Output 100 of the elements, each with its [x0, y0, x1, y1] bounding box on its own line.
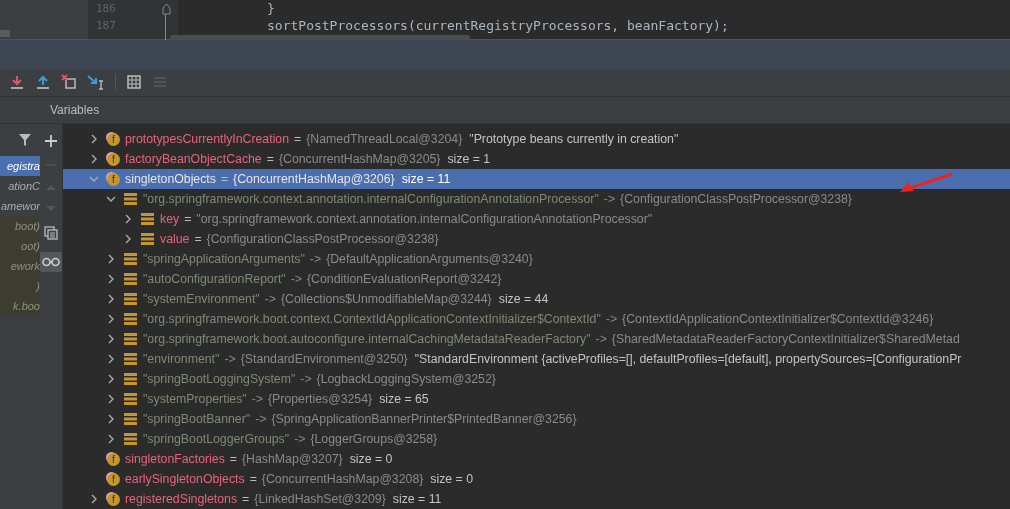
stack-frame[interactable]: ework — [0, 256, 40, 276]
stack-frame[interactable]: boot) — [0, 216, 40, 236]
variable-value: {ConcurrentHashMap@3206} — [233, 172, 395, 186]
chevron-right-icon[interactable] — [106, 274, 116, 284]
variable-name: "org.springframework.boot.autoconfigure.internalCachingMetadataReaderFactory" — [143, 332, 591, 346]
variable-value: {Collections$UnmodifiableMap@3244} — [281, 292, 492, 306]
variable-value: {LogbackLoggingSystem@3252} — [316, 372, 496, 386]
variable-name: registeredSingletons — [125, 492, 238, 506]
stack-frame[interactable]: amewor — [0, 196, 40, 216]
chevron-right-icon[interactable] — [106, 394, 116, 404]
stack-frame[interactable]: oot) — [0, 236, 40, 256]
chevron-right-icon[interactable] — [89, 134, 99, 144]
field-icon: f — [107, 152, 120, 166]
variable-name: "systemEnvironment" — [143, 292, 260, 306]
chevron-right-icon[interactable] — [123, 214, 133, 224]
chevron-right-icon[interactable] — [106, 354, 116, 364]
scrollbar[interactable] — [170, 35, 470, 40]
chevron-right-icon[interactable] — [106, 294, 116, 304]
variable-value: {StandardEnvironment@3250} — [240, 352, 408, 366]
variable-name: value — [160, 232, 190, 246]
variable-name: "springBootBanner" — [143, 412, 251, 426]
entry-icon — [124, 393, 137, 405]
field-icon: f — [107, 452, 120, 466]
stack-frame[interactable]: egistra — [0, 156, 40, 176]
separator: -> — [290, 272, 302, 286]
scrollbar[interactable] — [0, 30, 10, 38]
entry-icon — [124, 413, 137, 425]
annotation-arrow — [898, 172, 954, 194]
stack-frame[interactable]: k.boo — [0, 296, 40, 316]
separator: = — [220, 172, 229, 186]
run-to-cursor-icon[interactable] — [87, 74, 105, 91]
entry-icon — [124, 253, 137, 265]
separator: -> — [605, 312, 618, 326]
separator: -> — [294, 432, 306, 446]
field-icon: f — [107, 492, 120, 506]
entry-icon — [141, 213, 154, 225]
chevron-right-icon[interactable] — [89, 154, 99, 164]
step-out-icon[interactable] — [35, 74, 51, 91]
separator: = — [184, 212, 192, 226]
entry-icon — [124, 293, 137, 305]
chevron-right-icon[interactable] — [106, 314, 116, 324]
chevron-right-icon[interactable] — [106, 334, 116, 344]
value-detail: "Prototype beans currently in creation" — [469, 132, 679, 146]
chevron-right-icon[interactable] — [106, 374, 116, 384]
variable-name: earlySingletonObjects — [125, 472, 245, 486]
variable-value: {DefaultApplicationArguments@3240} — [326, 252, 533, 266]
variable-name: prototypesCurrentlyInCreation — [125, 132, 290, 146]
chevron-down-icon[interactable] — [106, 194, 116, 204]
variable-value: {ConcurrentHashMap@3205} — [278, 152, 441, 166]
variable-value: {LoggerGroups@3258} — [310, 432, 438, 446]
variable-value: {ConfigurationClassPostProcessor@3238} — [620, 192, 852, 206]
separator: = — [294, 132, 302, 146]
step-into-icon[interactable] — [9, 74, 25, 91]
fold-marker-icon[interactable] — [162, 2, 171, 15]
watches-toggle[interactable] — [40, 252, 62, 272]
entry-icon — [124, 313, 137, 325]
add-icon[interactable] — [44, 134, 58, 148]
separator: = — [249, 472, 257, 486]
stack-frame[interactable]: ) — [0, 276, 40, 296]
separator: -> — [603, 192, 616, 206]
variable-name: "systemProperties" — [143, 392, 247, 406]
separator: -> — [251, 392, 263, 406]
variable-value: {ConcurrentHashMap@3208} — [261, 472, 424, 486]
chevron-right-icon[interactable] — [89, 494, 99, 504]
variable-value: {SharedMetadataReaderFactoryContextInitializer$SharedMetad — [611, 332, 960, 346]
glasses-icon — [42, 257, 60, 267]
variable-value: "org.springframework.context.annotation.internalConfigurationAnnotationProcessor" — [196, 212, 653, 226]
code-line: sortPostProcessors(currentRegistryProcessors, beanFactory); — [267, 17, 729, 34]
stack-frame[interactable]: ationC — [0, 176, 40, 196]
code-line: } — [267, 0, 275, 17]
variable-value: {ContextIdApplicationContextInitializer$ContextId@3246} — [622, 312, 934, 326]
separator: = — [242, 492, 250, 506]
variable-name: factoryBeanObjectCache — [125, 152, 262, 166]
value-detail: size = 11 — [392, 492, 442, 506]
chevron-right-icon[interactable] — [106, 414, 116, 424]
variable-value: {SpringApplicationBannerPrinter$PrintedBanner@3256} — [271, 412, 577, 426]
value-detail: size = 44 — [498, 292, 549, 306]
chevron-right-icon[interactable] — [106, 254, 116, 264]
separator: -> — [300, 372, 312, 386]
field-icon: f — [107, 172, 120, 186]
separator: -> — [309, 252, 322, 266]
entry-icon — [124, 273, 137, 285]
table-icon[interactable] — [126, 74, 142, 91]
value-detail: size = 0 — [430, 472, 474, 486]
entry-icon — [124, 333, 137, 345]
value-detail: size = 0 — [349, 452, 393, 466]
drop-frame-icon[interactable] — [61, 74, 77, 91]
value-detail: size = 11 — [401, 172, 451, 186]
value-detail: size = 1 — [447, 152, 491, 166]
copy-icon[interactable] — [44, 226, 58, 240]
variable-name: "org.springframework.context.annotation.internalConfigurationAnnotationProcessor" — [143, 192, 599, 206]
separator: = — [229, 452, 237, 466]
separator: = — [194, 232, 202, 246]
variable-name: "springBootLoggingSystem" — [143, 372, 296, 386]
chevron-right-icon[interactable] — [123, 234, 133, 244]
variable-name: "autoConfigurationReport" — [143, 272, 286, 286]
filter-icon[interactable] — [18, 133, 32, 147]
chevron-right-icon[interactable] — [106, 434, 116, 444]
field-icon: f — [107, 472, 120, 486]
entry-icon — [124, 193, 137, 205]
